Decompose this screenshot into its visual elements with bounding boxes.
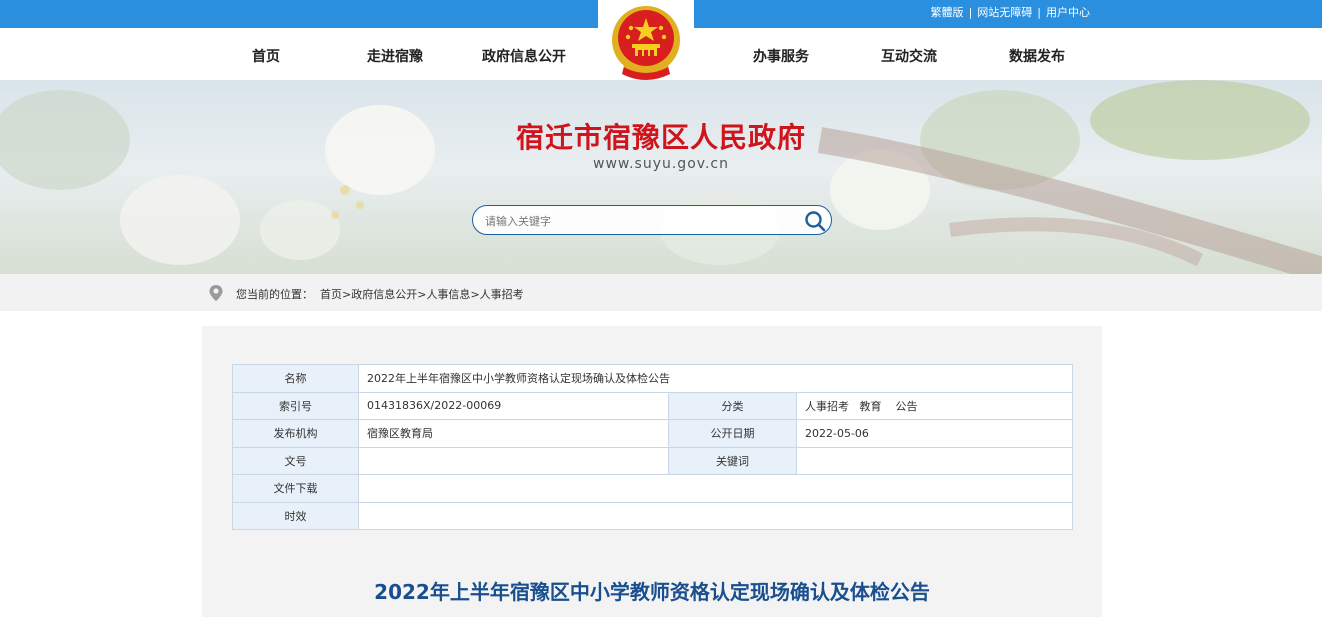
top-separator: | xyxy=(968,6,973,19)
search-box xyxy=(472,205,832,235)
header-banner: 宿迁市宿豫区人民政府 www.suyu.gov.cn xyxy=(0,80,1322,274)
location-pin-icon xyxy=(209,285,223,301)
table-row: 名称 2022年上半年宿豫区中小学教师资格认定现场确认及体检公告 xyxy=(232,364,1073,393)
breadcrumb-separator: > xyxy=(470,288,480,301)
breadcrumb: 您当前的位置： 首页>政府信息公开>人事信息>人事招考 xyxy=(0,274,1322,311)
name-value: 2022年上半年宿豫区中小学教师资格认定现场确认及体检公告 xyxy=(358,364,1073,393)
breadcrumb-separator: > xyxy=(342,288,352,301)
table-row: 文号 关键词 xyxy=(232,446,1073,475)
blossom-background-image xyxy=(0,80,1322,274)
org-label: 发布机构 xyxy=(232,419,359,448)
name-label: 名称 xyxy=(232,364,359,393)
national-emblem-icon xyxy=(612,6,680,80)
top-separator: | xyxy=(1037,6,1041,19)
breadcrumb-home[interactable]: 首页 xyxy=(320,288,342,301)
date-label: 公开日期 xyxy=(668,419,797,448)
validity-value xyxy=(358,501,1073,530)
nav-gov-info[interactable]: 政府信息公开 xyxy=(482,46,566,66)
site-title: 宿迁市宿豫区人民政府 xyxy=(515,121,806,154)
traditional-chinese-link[interactable]: 繁體版 xyxy=(931,6,964,19)
doc-number-value xyxy=(358,446,669,475)
breadcrumb-text: 您当前的位置： 首页>政府信息公开>人事信息>人事招考 xyxy=(236,286,524,302)
breadcrumb-gov-info[interactable]: 政府信息公开 xyxy=(351,288,417,301)
download-value[interactable] xyxy=(358,474,1073,503)
user-center-link[interactable]: 用户中心 xyxy=(1046,6,1090,19)
category-label: 分类 xyxy=(668,391,797,420)
keyword-label: 关键词 xyxy=(668,446,797,475)
article-title: 2022年上半年宿豫区中小学教师资格认定现场确认及体检公告 xyxy=(374,580,930,604)
site-url: www.suyu.gov.cn xyxy=(593,156,729,172)
download-label: 文件下载 xyxy=(232,474,359,503)
search-button[interactable] xyxy=(803,209,827,233)
accessibility-link[interactable]: 网站无障碍 xyxy=(977,6,1032,19)
nav-home[interactable]: 首页 xyxy=(252,46,280,66)
breadcrumb-personnel-info[interactable]: 人事信息 xyxy=(426,288,470,301)
nav-services[interactable]: 办事服务 xyxy=(753,46,809,66)
category-value: 人事招考 教育 公告 xyxy=(796,391,1073,420)
table-row: 时效 xyxy=(232,501,1073,530)
validity-label: 时效 xyxy=(232,501,359,530)
nav-interaction[interactable]: 互动交流 xyxy=(881,46,937,66)
info-table: 名称 2022年上半年宿豫区中小学教师资格认定现场确认及体检公告 索引号 014… xyxy=(232,364,1073,530)
index-label: 索引号 xyxy=(232,391,359,420)
table-row: 发布机构 宿豫区教育局 公开日期 2022-05-06 xyxy=(232,419,1073,448)
nav-data-release[interactable]: 数据发布 xyxy=(1009,46,1065,66)
search-icon xyxy=(805,211,826,232)
date-value: 2022-05-06 xyxy=(796,419,1073,448)
nav-about-suyu[interactable]: 走进宿豫 xyxy=(367,46,423,66)
content-panel: 名称 2022年上半年宿豫区中小学教师资格认定现场确认及体检公告 索引号 014… xyxy=(202,326,1102,617)
breadcrumb-recruitment[interactable]: 人事招考 xyxy=(480,288,524,301)
table-row: 文件下载 xyxy=(232,474,1073,503)
index-value: 01431836X/2022-00069 xyxy=(358,391,669,420)
top-links: 繁體版 | 网站无障碍 | 用户中心 xyxy=(931,4,1090,20)
keyword-value xyxy=(796,446,1073,475)
national-emblem xyxy=(598,0,694,88)
breadcrumb-prefix: 您当前的位置： xyxy=(236,288,313,301)
doc-number-label: 文号 xyxy=(232,446,359,475)
org-value: 宿豫区教育局 xyxy=(358,419,669,448)
search-input[interactable] xyxy=(485,212,785,230)
table-row: 索引号 01431836X/2022-00069 分类 人事招考 教育 公告 xyxy=(232,391,1073,420)
